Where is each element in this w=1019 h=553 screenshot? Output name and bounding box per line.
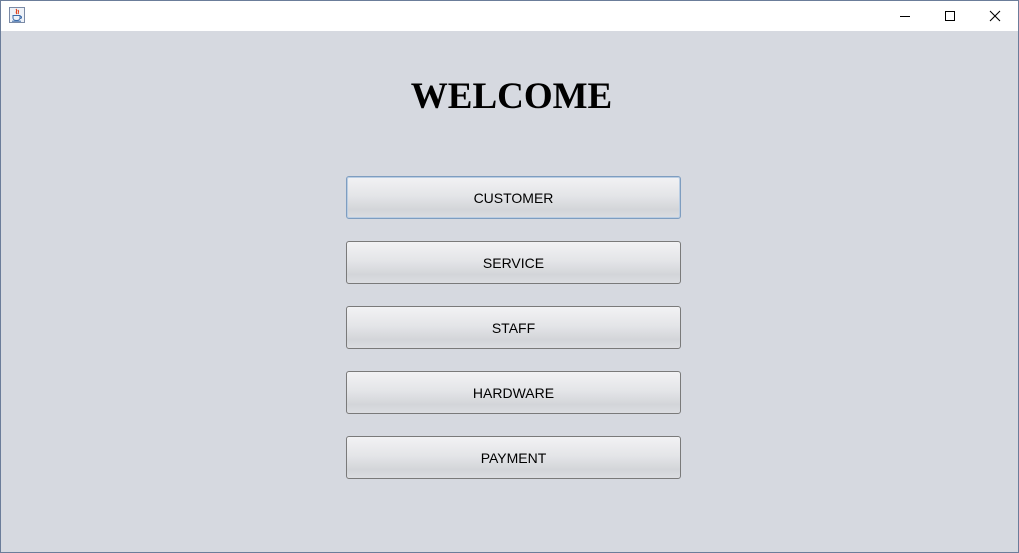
maximize-button[interactable] bbox=[927, 1, 972, 31]
service-button-label: SERVICE bbox=[482, 254, 545, 271]
maximize-icon bbox=[944, 7, 956, 26]
close-button[interactable] bbox=[972, 1, 1017, 31]
service-button[interactable]: SERVICE bbox=[346, 241, 681, 284]
close-icon bbox=[989, 7, 1001, 26]
page-title: WELCOME bbox=[410, 76, 613, 117]
customer-button[interactable]: CUSTOMER bbox=[346, 176, 681, 219]
content-panel: WELCOME CUSTOMER SERVICE STAFF HARDWARE … bbox=[1, 31, 1018, 552]
hardware-button-label: HARDWARE bbox=[472, 384, 555, 401]
minimize-icon bbox=[899, 7, 911, 26]
app-window: WELCOME CUSTOMER SERVICE STAFF HARDWARE … bbox=[0, 0, 1019, 553]
hardware-button[interactable]: HARDWARE bbox=[346, 371, 681, 414]
payment-button-label: PAYMENT bbox=[480, 449, 547, 466]
title-bar[interactable] bbox=[1, 1, 1018, 31]
payment-button[interactable]: PAYMENT bbox=[346, 436, 681, 479]
staff-button-label: STAFF bbox=[491, 319, 536, 336]
customer-button-label: CUSTOMER bbox=[473, 189, 554, 206]
java-cup-icon[interactable] bbox=[9, 7, 25, 23]
staff-button[interactable]: STAFF bbox=[346, 306, 681, 349]
minimize-button[interactable] bbox=[882, 1, 927, 31]
